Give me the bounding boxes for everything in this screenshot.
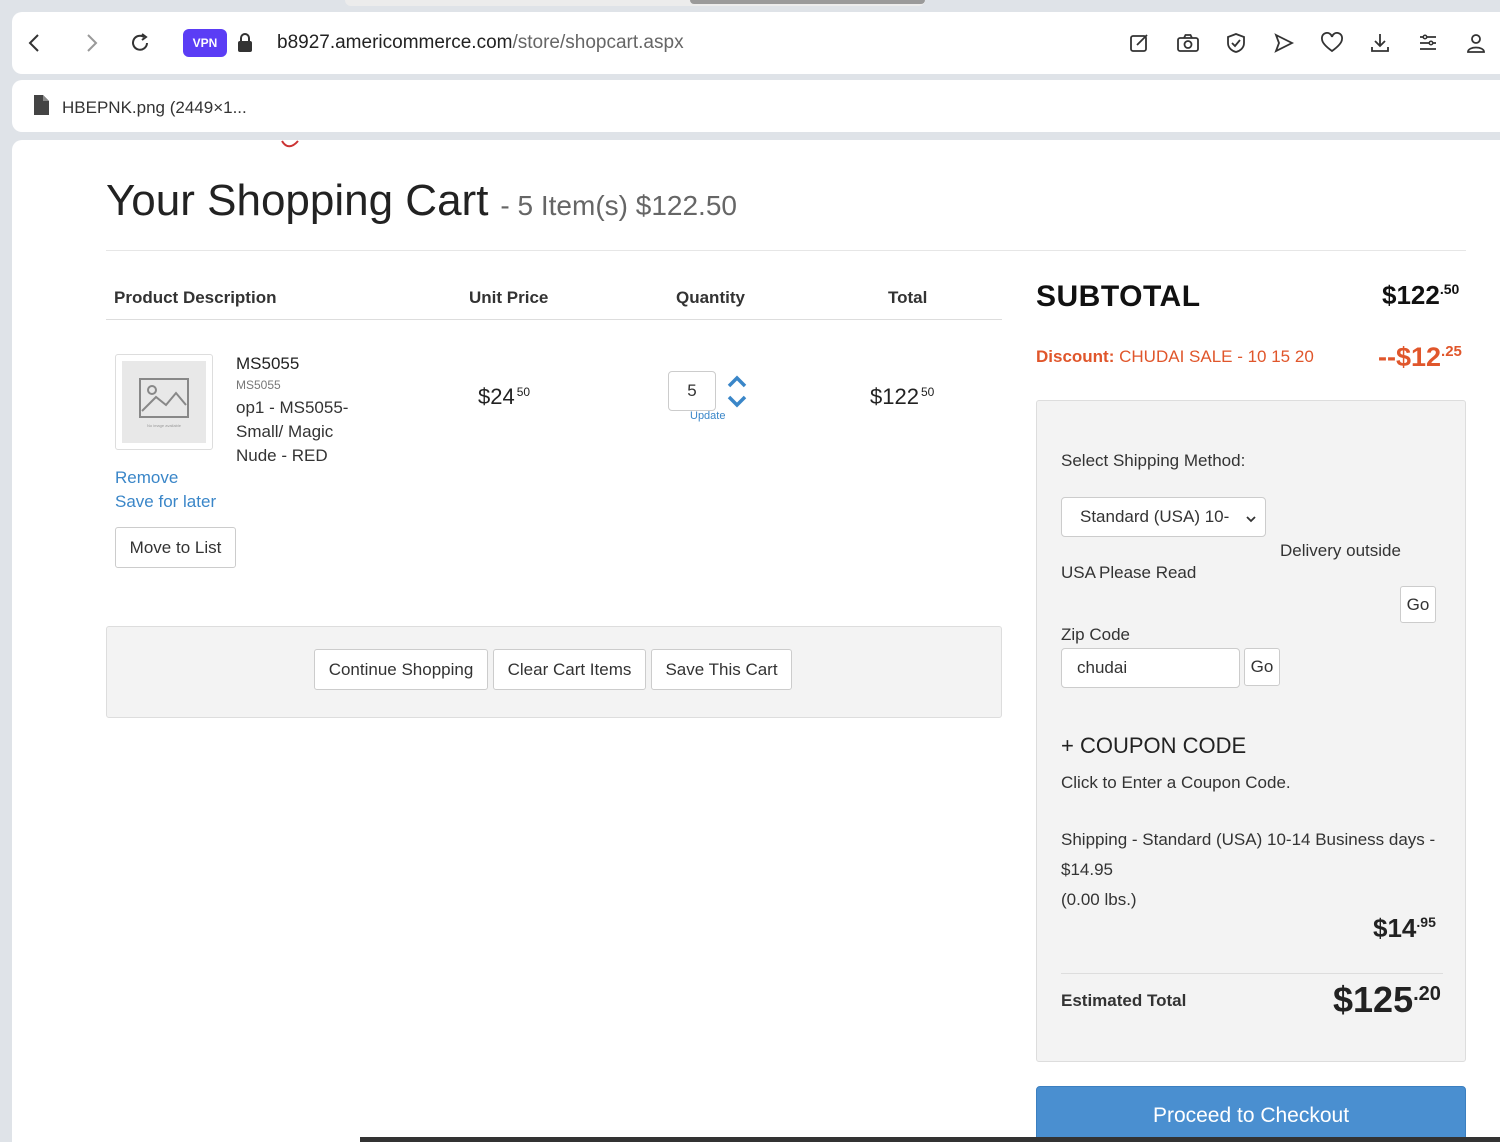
line-total-main: $122 [870, 384, 919, 409]
address-bar: VPN b8927.americommerce.com/store/shopca… [12, 12, 1500, 74]
bottom-bar [360, 1137, 1500, 1142]
shopping-cart-page: Your Shopping Cart - 5 Item(s) $122.50 P… [12, 140, 1500, 1142]
shipping-go-button[interactable]: Go [1400, 586, 1436, 623]
discount-cents: .25 [1441, 343, 1462, 360]
shield-icon[interactable] [1212, 32, 1260, 54]
shipping-panel: Select Shipping Method: Standard (USA) 1… [1036, 400, 1466, 1062]
back-icon[interactable] [14, 12, 54, 74]
shipping-method-select[interactable]: Standard (USA) 10- [1061, 497, 1266, 537]
usa-text: USA [1061, 563, 1096, 582]
divider [106, 250, 1466, 251]
toolbar-icons [1116, 12, 1500, 74]
unit-price: $24 50 [478, 384, 530, 410]
send-icon[interactable] [1260, 32, 1308, 54]
zip-code-input[interactable]: chudai [1061, 648, 1240, 688]
header-total: Total [888, 288, 928, 307]
discount-prefix: Discount: [1036, 347, 1115, 366]
subtotal-label: SUBTOTAL [1036, 280, 1201, 313]
estimated-main: $125 [1333, 979, 1414, 1020]
coupon-hint[interactable]: Click to Enter a Coupon Code. [1061, 773, 1291, 793]
divider [1061, 973, 1443, 974]
profile-icon[interactable] [1452, 32, 1500, 54]
shipping-cents: .95 [1416, 914, 1436, 930]
discount-value: --$12.25 [1378, 342, 1462, 373]
download-icon[interactable] [1356, 32, 1404, 54]
delivery-outside-text: Delivery outside [1280, 541, 1401, 560]
cart-summary-text: - 5 Item(s) $122.50 [500, 190, 737, 221]
move-to-list-button[interactable]: Move to List [115, 527, 236, 568]
zip-go-button[interactable]: Go [1244, 648, 1280, 686]
unit-price-cents: 50 [516, 385, 531, 399]
coupon-code-toggle[interactable]: + COUPON CODE [1061, 733, 1246, 759]
url-path: /store/shopcart.aspx [512, 32, 684, 53]
product-options: op1 - MS5055- Small/ Magic Nude - RED [236, 398, 349, 465]
vpn-badge[interactable]: VPN [183, 29, 227, 57]
edit-icon[interactable] [1116, 32, 1164, 54]
active-tab-indicator [690, 0, 925, 4]
lock-icon[interactable] [236, 32, 254, 59]
line-total-cents: 50 [920, 385, 935, 399]
save-cart-button[interactable]: Save This Cart [651, 649, 792, 690]
chevron-down-icon [727, 395, 747, 408]
subtotal-value: $122.50 [1382, 280, 1459, 311]
unit-price-main: $24 [478, 384, 515, 409]
shipping-weight: (0.00 lbs.) [1061, 890, 1137, 909]
line-total: $122 50 [870, 384, 934, 410]
discount-line: Discount: CHUDAI SALE - 10 15 20 [1036, 347, 1314, 367]
remove-link[interactable]: Remove [115, 468, 178, 488]
file-icon [32, 94, 50, 121]
bookmark-label: HBEPNK.png (2449×1... [62, 97, 247, 117]
proceed-to-checkout-button[interactable]: Proceed to Checkout [1036, 1086, 1466, 1142]
header-quantity: Quantity [676, 288, 745, 307]
quantity-input[interactable]: 5 [668, 371, 716, 411]
shipping-method-value: Standard (USA) 10- [1080, 507, 1230, 526]
url-host: b8927.americommerce.com [277, 32, 513, 53]
clear-cart-button[interactable]: Clear Cart Items [493, 649, 646, 690]
cart-actions-panel: Continue Shopping Clear Cart Items Save … [106, 626, 1002, 718]
save-for-later-link[interactable]: Save for later [115, 492, 216, 512]
product-image[interactable]: No image available [115, 354, 213, 450]
update-quantity-link[interactable]: Update [690, 410, 725, 422]
image-placeholder-icon [139, 377, 189, 418]
heart-icon[interactable] [1308, 32, 1356, 54]
image-placeholder-text: No image available [146, 422, 182, 428]
tab-strip [0, 0, 1500, 10]
continue-shopping-button[interactable]: Continue Shopping [314, 649, 488, 690]
product-name[interactable]: MS5055 [236, 354, 299, 374]
estimated-total-label: Estimated Total [1061, 991, 1187, 1010]
shipping-price-text: $14.95 [1061, 860, 1113, 879]
browser-chrome: VPN b8927.americommerce.com/store/shopca… [0, 0, 1500, 140]
url-text[interactable]: b8927.americommerce.com/store/shopcart.a… [277, 32, 684, 54]
chevron-down-icon [1245, 510, 1257, 530]
please-read-link[interactable]: Please Read [1099, 563, 1196, 583]
header-product-description: Product Description [114, 288, 277, 307]
cart-table-header: Product Description Unit Price Quantity … [106, 280, 1002, 320]
page-title-row: Your Shopping Cart - 5 Item(s) $122.50 [106, 176, 737, 226]
shipping-method-label: Select Shipping Method: [1061, 451, 1246, 470]
reload-icon[interactable] [120, 12, 160, 74]
shipping-amount: $14.95 [1373, 913, 1436, 944]
subtotal-cents: .50 [1439, 281, 1460, 297]
shipping-description: Shipping - Standard (USA) 10-14 Business… [1061, 830, 1436, 849]
quantity-stepper[interactable] [726, 374, 748, 410]
estimated-total-value: $125.20 [1333, 979, 1441, 1021]
bookmark-item[interactable]: HBEPNK.png (2449×1... [32, 94, 247, 121]
shipping-main: $14 [1373, 913, 1417, 943]
estimated-cents: .20 [1413, 983, 1441, 1005]
logo-fragment [280, 140, 300, 152]
discount-main: --$12 [1378, 342, 1442, 372]
image-placeholder: No image available [122, 361, 206, 443]
discount-name: CHUDAI SALE - 10 15 20 [1119, 347, 1314, 366]
camera-icon[interactable] [1164, 32, 1212, 54]
menu-lines-icon[interactable] [1404, 32, 1452, 54]
product-sku: MS5055 [236, 378, 281, 392]
bookmarks-bar: HBEPNK.png (2449×1... [12, 80, 1500, 132]
header-unit-price: Unit Price [469, 288, 549, 307]
zip-code-label: Zip Code [1061, 625, 1130, 644]
subtotal-main: $122 [1382, 280, 1440, 310]
chevron-up-icon [727, 375, 747, 388]
forward-icon[interactable] [72, 12, 112, 74]
page-title: Your Shopping Cart [106, 176, 489, 225]
